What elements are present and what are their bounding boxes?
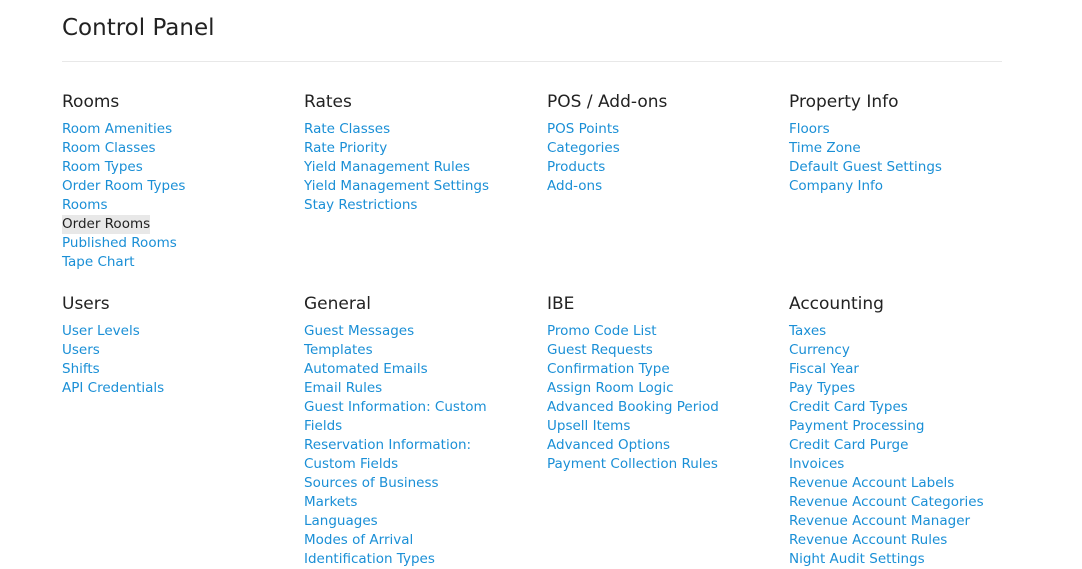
link-room-classes[interactable]: Room Classes	[62, 139, 297, 158]
link-api-credentials[interactable]: API Credentials	[62, 379, 297, 398]
link-guest-messages[interactable]: Guest Messages	[304, 322, 539, 341]
link-yield-management-settings[interactable]: Yield Management Settings	[304, 177, 539, 196]
section-accounting: Accounting Taxes Currency Fiscal Year Pa…	[789, 293, 1024, 569]
link-shifts[interactable]: Shifts	[62, 360, 297, 379]
link-order-room-types[interactable]: Order Room Types	[62, 177, 297, 196]
section-heading: POS / Add-ons	[547, 92, 668, 112]
link-time-zone[interactable]: Time Zone	[789, 139, 1024, 158]
link-payment-collection-rules[interactable]: Payment Collection Rules	[547, 455, 782, 474]
link-products[interactable]: Products	[547, 158, 782, 177]
section-rates: Rates Rate Classes Rate Priority Yield M…	[304, 91, 539, 215]
link-yield-management-rules[interactable]: Yield Management Rules	[304, 158, 539, 177]
link-room-types[interactable]: Room Types	[62, 158, 297, 177]
link-night-audit-settings[interactable]: Night Audit Settings	[789, 550, 1024, 569]
link-published-rooms[interactable]: Published Rooms	[62, 234, 297, 253]
link-floors[interactable]: Floors	[789, 120, 1024, 139]
link-templates[interactable]: Templates	[304, 341, 539, 360]
link-automated-emails[interactable]: Automated Emails	[304, 360, 539, 379]
link-credit-card-purge[interactable]: Credit Card Purge	[789, 436, 1024, 455]
page-title: Control Panel	[62, 15, 215, 41]
link-default-guest-settings[interactable]: Default Guest Settings	[789, 158, 1024, 177]
link-modes-of-arrival[interactable]: Modes of Arrival	[304, 531, 539, 550]
link-identification-types[interactable]: Identification Types	[304, 550, 539, 569]
link-categories[interactable]: Categories	[547, 139, 782, 158]
link-invoices[interactable]: Invoices	[789, 455, 1024, 474]
section-heading: Users	[62, 294, 110, 314]
divider	[62, 61, 1002, 62]
section-rooms: Rooms Room Amenities Room Classes Room T…	[62, 91, 297, 272]
section-users: Users User Levels Users Shifts API Crede…	[62, 293, 297, 398]
link-guest-requests[interactable]: Guest Requests	[547, 341, 782, 360]
link-tape-chart[interactable]: Tape Chart	[62, 253, 297, 272]
link-pay-types[interactable]: Pay Types	[789, 379, 1024, 398]
link-stay-restrictions[interactable]: Stay Restrictions	[304, 196, 539, 215]
link-assign-room-logic[interactable]: Assign Room Logic	[547, 379, 782, 398]
link-revenue-account-labels[interactable]: Revenue Account Labels	[789, 474, 1024, 493]
link-advanced-options[interactable]: Advanced Options	[547, 436, 782, 455]
link-upsell-items[interactable]: Upsell Items	[547, 417, 782, 436]
section-heading: IBE	[547, 294, 575, 314]
link-pos-points[interactable]: POS Points	[547, 120, 782, 139]
section-heading: Accounting	[789, 294, 884, 314]
link-markets[interactable]: Markets	[304, 493, 539, 512]
link-promo-code-list[interactable]: Promo Code List	[547, 322, 782, 341]
section-heading: Property Info	[789, 92, 899, 112]
link-guest-information-custom-fields[interactable]: Guest Information: Custom Fields	[304, 398, 489, 436]
section-general: General Guest Messages Templates Automat…	[304, 293, 539, 569]
section-property-info: Property Info Floors Time Zone Default G…	[789, 91, 1024, 196]
link-room-amenities[interactable]: Room Amenities	[62, 120, 297, 139]
link-revenue-account-categories[interactable]: Revenue Account Categories	[789, 493, 1024, 512]
link-advanced-booking-period[interactable]: Advanced Booking Period	[547, 398, 782, 417]
link-rate-classes[interactable]: Rate Classes	[304, 120, 539, 139]
link-add-ons[interactable]: Add-ons	[547, 177, 782, 196]
link-revenue-account-rules[interactable]: Revenue Account Rules	[789, 531, 1024, 550]
link-confirmation-type[interactable]: Confirmation Type	[547, 360, 782, 379]
section-pos-addons: POS / Add-ons POS Points Categories Prod…	[547, 91, 782, 196]
link-taxes[interactable]: Taxes	[789, 322, 1024, 341]
section-heading: Rates	[304, 92, 352, 112]
link-order-rooms[interactable]: Order Rooms	[62, 215, 151, 234]
link-revenue-account-manager[interactable]: Revenue Account Manager	[789, 512, 1024, 531]
link-credit-card-types[interactable]: Credit Card Types	[789, 398, 1024, 417]
link-user-levels[interactable]: User Levels	[62, 322, 297, 341]
section-heading: Rooms	[62, 92, 120, 112]
link-payment-processing[interactable]: Payment Processing	[789, 417, 1024, 436]
link-languages[interactable]: Languages	[304, 512, 539, 531]
link-currency[interactable]: Currency	[789, 341, 1024, 360]
link-rooms[interactable]: Rooms	[62, 196, 297, 215]
link-reservation-information-custom-fields[interactable]: Reservation Information: Custom Fields	[304, 436, 489, 474]
section-ibe: IBE Promo Code List Guest Requests Confi…	[547, 293, 782, 474]
link-sources-of-business[interactable]: Sources of Business	[304, 474, 539, 493]
link-rate-priority[interactable]: Rate Priority	[304, 139, 539, 158]
link-email-rules[interactable]: Email Rules	[304, 379, 539, 398]
section-heading: General	[304, 294, 371, 314]
link-users[interactable]: Users	[62, 341, 297, 360]
link-company-info[interactable]: Company Info	[789, 177, 1024, 196]
link-fiscal-year[interactable]: Fiscal Year	[789, 360, 1024, 379]
